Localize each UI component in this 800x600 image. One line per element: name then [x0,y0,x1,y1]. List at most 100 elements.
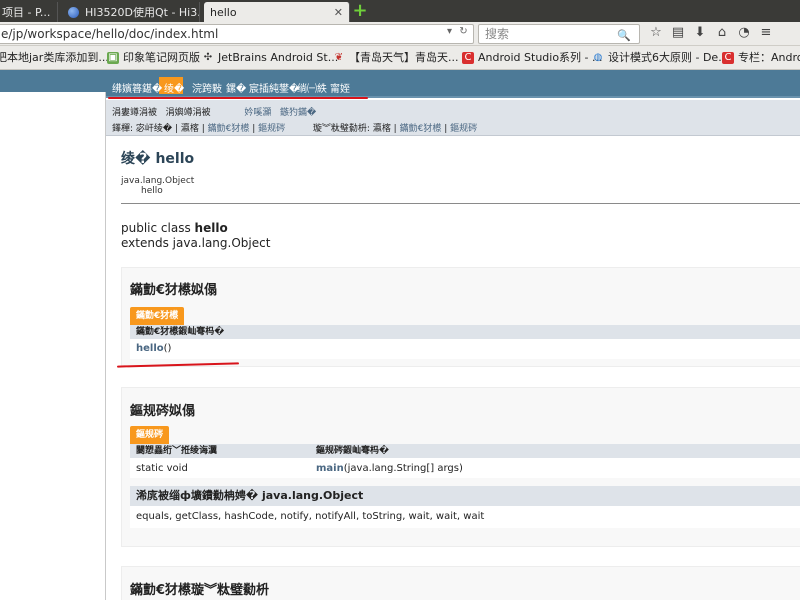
detail-method-link[interactable]: 鏂规硶 [450,124,477,134]
parent-class: java.lang.Object [121,176,195,186]
detail-label: 璇︾粏璧勬枡: 瀛楁 | [312,124,397,134]
constructor-summary-section: 鏋勯€犲櫒姒傝 鏋勯€犲櫒 鏋勯€犲櫒鍜屾弿杩� hello() [121,267,800,367]
bookmark-label: 设计模式6大原则 - De... [608,51,729,64]
menu-icon[interactable]: ≡ [758,25,774,41]
declaration-modifiers: public class [121,221,191,235]
top-nav-bar: 绋嬪簭鍖� 绫� 浣跨敤 鏍� 宸插純鐢� 绱㈠紩 甯姪 [106,70,800,98]
subnav-row-1: 涓婁竴涓被 涓嬩竴涓被 妗嗘灦 鏃犳鏋� [112,105,316,118]
nav-tree[interactable]: 鏍� [226,80,246,95]
summary-label: 鎽樿: 宓屽绫� | 瀛楁 | [112,124,205,134]
nav-overview[interactable]: 绋嬪簭鍖� [112,80,162,95]
method-summary-section: 鏂规硶姒傝 鏂规硶 闄愬畾绗﹀拰绫诲瀷 鏂规硶鍜屾弿杩� static void… [121,387,800,547]
nav-class[interactable]: 绫� [164,80,184,95]
detail-constructor-link[interactable]: 鏋勯€犲櫒 [400,124,442,134]
annotation-underline [108,97,368,99]
bookmark-label: 把本地jar类库添加到... [0,51,109,64]
constructor-params: () [163,343,172,354]
constructor-summary-heading: 鏋勯€犲櫒姒傝 [130,283,218,298]
subnav-row-2: 鎽樿: 宓屽绫� | 瀛楁 | 鏋勯€犲櫒 | 鏂规硶 璇︾粏璧勬枡: 瀛楁 |… [112,124,478,134]
divider [121,203,800,204]
bookmark-column[interactable]: C 专栏：Androi [722,50,800,66]
url-tools: ▾ ↻ [447,26,468,37]
main-method-link[interactable]: main [316,463,344,474]
dropdown-icon[interactable]: ▾ [447,26,452,37]
method-caption-tab: 鏂规硶 [130,426,170,444]
star-icon[interactable]: ☆ [648,25,664,41]
bookmark-android-studio[interactable]: C Android Studio系列 - ... [462,50,603,66]
bookmark-evernote[interactable]: ▣ 印象笔记网页版 [107,50,200,66]
no-frames-link[interactable]: 鏃犳鏋� [280,108,316,118]
search-icon: 🔍 [617,29,631,42]
method-col-modifier: 闄愬畾绗﹀拰绫诲瀷 [136,446,218,456]
constructor-hello-link[interactable]: hello [136,343,164,354]
download-icon[interactable]: ⬇ [692,25,708,41]
bookmark-label: 印象笔记网页版 [123,51,200,64]
bookmark-jetbrains[interactable]: ✣ JetBrains Android St... [202,50,338,66]
summary-constructor-link[interactable]: 鏋勯€犲櫒 [208,124,250,134]
method-return-type: static void [136,463,188,474]
prev-class-link[interactable]: 涓婁竴涓被 [112,108,157,118]
declaration-extends: extends java.lang.Object [121,236,271,250]
tab-project[interactable]: 项目 - P... [0,2,58,22]
globe-icon [68,6,79,18]
bookmarks-bar: 把本地jar类库添加到... ▣ 印象笔记网页版 ✣ JetBrains And… [0,46,800,70]
bookmark-design-patterns[interactable]: ◍ 设计模式6大原则 - De... [592,50,729,66]
csdn-icon: C [462,52,474,64]
method-table-header: 闄愬畾绗﹀拰绫诲瀷 鏂规硶鍜屾弿杩� [130,444,800,458]
table-row: static void main(java.lang.String[] args… [130,458,800,478]
search-placeholder: 搜索 [485,27,510,41]
table-row: hello() [130,339,800,359]
search-input[interactable]: 搜索 🔍 [478,24,640,44]
close-icon[interactable]: ✕ [334,6,343,19]
tab-label: 项目 - P... [2,6,51,19]
bookmark-label: 【青岛天气】青岛天... [349,51,459,64]
constructor-detail-section: 鏋勯€犲櫒璇︾粏璧勬枡 [121,566,800,600]
nav-use[interactable]: 浣跨敤 [192,80,222,95]
inheritance-tree: java.lang.Object hello [121,176,194,196]
constructor-detail-heading: 鏋勯€犲櫒璇︾粏璧勬枡 [130,583,270,598]
reload-icon[interactable]: ↻ [459,26,467,37]
current-class: hello [141,186,163,196]
home-icon[interactable]: ⌂ [714,25,730,41]
inherited-methods-list: equals, getClass, hashCode, notify, noti… [130,506,800,528]
tab-label: HI3520D使用Qt - Hi3... [85,6,200,19]
pocket-icon[interactable]: ◔ [736,25,752,41]
navigation-bar: e/jp/workspace/hello/doc/index.html ▾ ↻ … [0,22,800,46]
tab-hi3520d[interactable]: HI3520D使用Qt - Hi3... [62,2,200,22]
class-declaration: public class hello extends java.lang.Obj… [121,221,270,251]
bookmark-weather[interactable]: ❦ 【青岛天气】青岛天... [333,50,459,66]
bookmark-label: 专栏：Androi [738,51,800,64]
method-summary-heading: 鏂规硶姒傝 [130,404,196,419]
frames-link[interactable]: 妗嗘灦 [244,108,271,118]
nav-help[interactable]: 甯姪 [330,80,350,95]
jetbrains-icon: ✣ [203,52,213,63]
next-class-link[interactable]: 涓嬩竴涓被 [166,108,211,118]
tab-strip: 项目 - P... HI3520D使用Qt - Hi3... hello ✕ + [0,0,800,22]
evernote-icon: ▣ [107,52,119,64]
method-signature: main(java.lang.String[] args) [316,463,463,474]
method-col-method: 鏂规硶鍜屾弿杩� [316,446,390,456]
method-args: (java.lang.String[] args) [343,463,463,474]
bookmark-label: Android Studio系列 - ... [478,51,603,64]
toolbar-icons: ☆ ▤ ⬇ ⌂ ◔ ≡ [648,25,774,41]
tab-label: hello [210,5,237,19]
csdn-icon: C [722,52,734,64]
new-tab-icon[interactable]: + [352,2,368,20]
constructor-table-header: 鏋勯€犲櫒鍜屾弿杩� [130,325,800,339]
globe-icon: ◍ [593,52,603,63]
nav-index[interactable]: 绱㈠紩 [297,80,327,95]
tab-hello[interactable]: hello ✕ [204,2,350,22]
bookmark-label: JetBrains Android St... [218,51,339,64]
reader-icon[interactable]: ▤ [670,25,686,41]
left-frame-header [0,70,106,92]
constructor-caption-tab: 鏋勯€犲櫒 [130,307,185,325]
inherited-methods-header: 浠庣被缁ф壙鐨勬柟娉� java.lang.Object [130,486,800,506]
weather-icon: ❦ [334,52,344,63]
url-input[interactable]: e/jp/workspace/hello/doc/index.html [0,24,474,44]
summary-method-link[interactable]: 鏂规硶 [258,124,285,134]
bookmark-jar[interactable]: 把本地jar类库添加到... [0,50,109,66]
nav-deprecated[interactable]: 宸插純鐢� [249,80,299,95]
declaration-class-name: hello [194,221,228,235]
page-title: 绫� hello [121,151,195,167]
left-frame [0,70,106,600]
